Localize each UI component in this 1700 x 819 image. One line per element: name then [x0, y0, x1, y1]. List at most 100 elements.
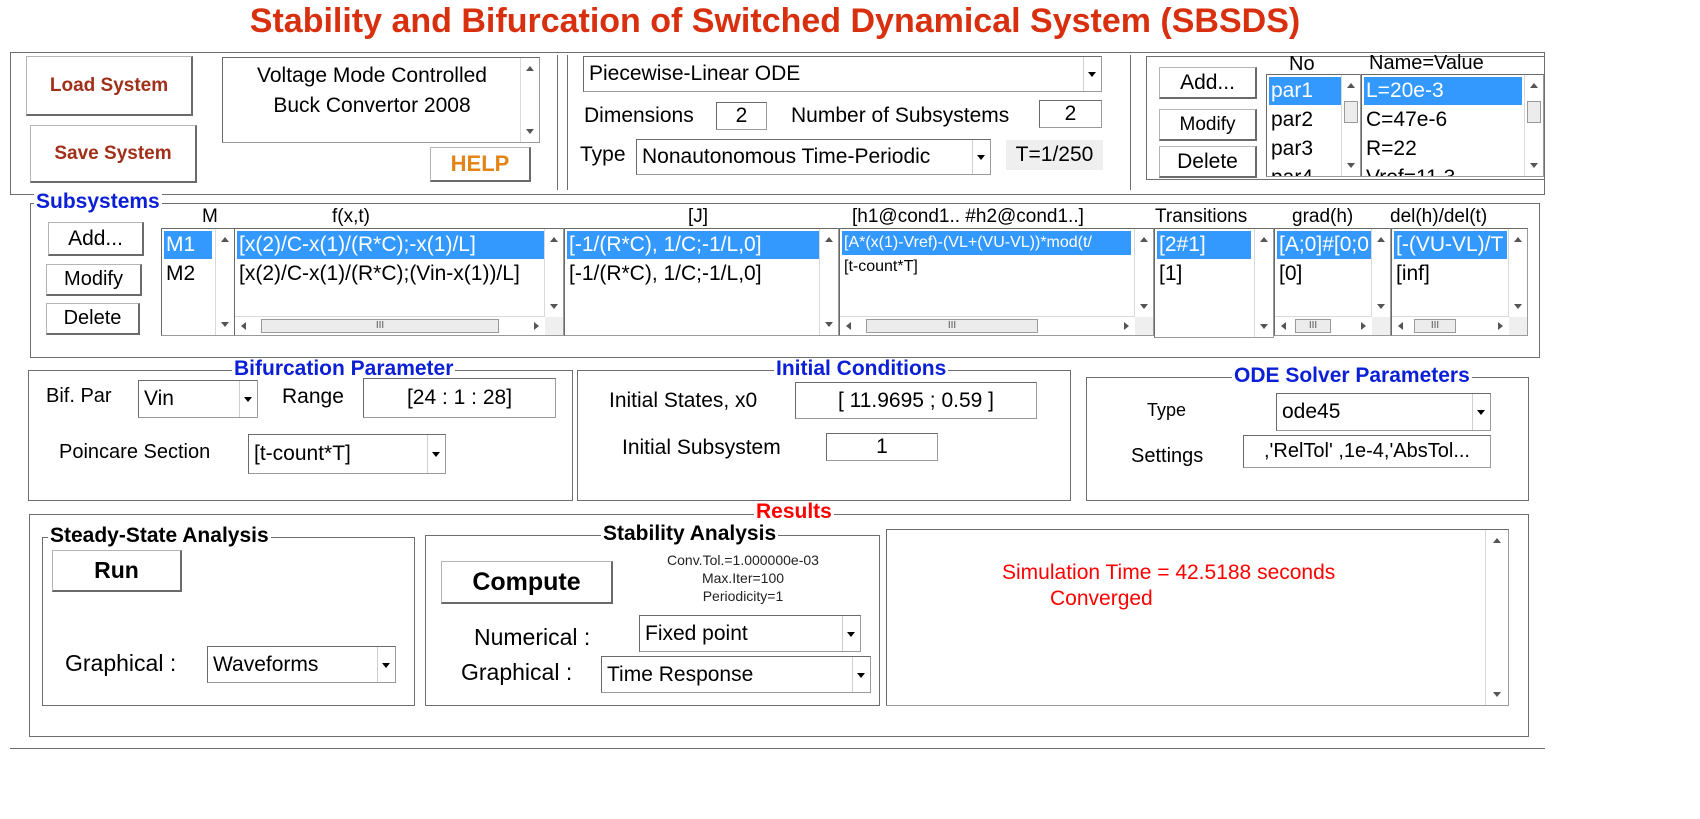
- results-output[interactable]: Simulation Time = 42.5188 seconds Conver…: [886, 529, 1509, 706]
- list-item[interactable]: [inf]: [1394, 260, 1430, 288]
- model-type-select[interactable]: Piecewise-Linear ODE: [583, 56, 1102, 92]
- scrollbar[interactable]: [1508, 229, 1527, 317]
- ode-type-label: Type: [1147, 400, 1187, 420]
- grad-h-list[interactable]: [A;0]#[0;0 [0] III: [1274, 228, 1391, 336]
- list-item[interactable]: par3: [1269, 135, 1313, 163]
- chevron-down-icon: [1472, 394, 1490, 430]
- bif-par-value: Vin: [144, 387, 174, 410]
- col-header-grad: grad(h): [1292, 206, 1354, 227]
- scrollbar[interactable]: [1485, 530, 1508, 705]
- stability-info: Conv.Tol.=1.000000e-03 Max.Iter=100 Peri…: [643, 551, 843, 605]
- subsystem-h-list[interactable]: [A*(x(1)-Vref)-(VL+(VU-VL))*mod(t/ [t-co…: [839, 228, 1154, 336]
- load-system-button[interactable]: Load System: [26, 56, 193, 116]
- type-label: Type: [580, 143, 626, 166]
- scroll-corner: [545, 317, 563, 335]
- modify-subsystem-button[interactable]: Modify: [46, 264, 142, 296]
- scrollbar[interactable]: [1524, 75, 1543, 176]
- scroll-corner: [1372, 317, 1390, 335]
- divider: [557, 55, 558, 190]
- description-line-2: Buck Convertor 2008: [273, 94, 471, 117]
- scroll-corner: [1135, 317, 1153, 335]
- initial-conditions-title: Initial Conditions: [774, 357, 949, 380]
- param-name-value-header: Name=Value: [1369, 52, 1484, 74]
- initial-subsystem-input[interactable]: 1: [826, 433, 938, 461]
- bif-par-select[interactable]: Vin: [138, 380, 258, 418]
- numerical-select[interactable]: Fixed point: [639, 615, 861, 652]
- list-item[interactable]: par1: [1269, 77, 1343, 105]
- system-type-select[interactable]: Nonautonomous Time-Periodic: [636, 139, 991, 175]
- subsystem-j-list[interactable]: [-1/(R*C), 1/C;-1/L,0] [-1/(R*C), 1/C;-1…: [564, 228, 839, 336]
- scroll-thumb[interactable]: III: [866, 319, 1038, 333]
- list-item[interactable]: [t-count*T]: [842, 255, 918, 279]
- add-subsystem-button[interactable]: Add...: [48, 222, 144, 256]
- scroll-thumb[interactable]: III: [261, 319, 499, 333]
- scroll-thumb[interactable]: III: [1295, 319, 1331, 333]
- modify-parameter-button[interactable]: Modify: [1159, 109, 1257, 141]
- list-item[interactable]: [A*(x(1)-Vref)-(VL+(VU-VL))*mod(t/: [842, 231, 1131, 255]
- list-item[interactable]: L=20e-3: [1364, 77, 1522, 105]
- compute-button[interactable]: Compute: [441, 561, 613, 604]
- help-button[interactable]: HELP: [430, 147, 531, 182]
- parameter-value-list[interactable]: L=20e-3 C=47e-6 R=22 Vref=11.3: [1361, 74, 1544, 177]
- num-subsystems-input[interactable]: 2: [1039, 100, 1102, 128]
- initial-states-input[interactable]: [ 11.9695 ; 0.59 ]: [795, 382, 1037, 419]
- scrollbar[interactable]: [215, 229, 234, 335]
- list-item[interactable]: M2: [164, 260, 195, 288]
- divider: [567, 55, 568, 190]
- poincare-select[interactable]: [t-count*T]: [248, 434, 446, 474]
- list-item[interactable]: par2: [1269, 106, 1313, 134]
- horizontal-scrollbar[interactable]: III: [1392, 316, 1509, 335]
- add-parameter-button[interactable]: Add...: [1159, 67, 1257, 99]
- list-item[interactable]: [x(2)/C-x(1)/(R*C);-x(1)/L]: [237, 231, 545, 259]
- list-item[interactable]: [-(VU-VL)/T: [1394, 231, 1507, 259]
- scrollbar[interactable]: [1341, 75, 1360, 176]
- poincare-value: [t-count*T]: [254, 442, 351, 465]
- chevron-down-icon: [377, 647, 395, 682]
- list-item[interactable]: [2#1]: [1157, 231, 1251, 259]
- list-item[interactable]: Vref=11.3: [1364, 164, 1455, 176]
- system-description[interactable]: Voltage Mode Controlled Buck Convertor 2…: [222, 57, 540, 143]
- delete-parameter-button[interactable]: Delete: [1159, 146, 1257, 178]
- steady-graphical-select[interactable]: Waveforms: [207, 646, 396, 683]
- list-item[interactable]: [-1/(R*C), 1/C;-1/L,0]: [567, 231, 820, 259]
- horizontal-scrollbar[interactable]: III: [840, 316, 1135, 335]
- periodicity-text: Periodicity=1: [702, 588, 784, 604]
- numerical-label: Numerical :: [474, 624, 591, 650]
- subsystem-f-list[interactable]: [x(2)/C-x(1)/(R*C);-x(1)/L] [x(2)/C-x(1)…: [234, 228, 564, 336]
- list-item[interactable]: [0]: [1277, 260, 1302, 288]
- bif-par-label: Bif. Par: [46, 385, 112, 407]
- list-item[interactable]: M1: [164, 231, 212, 259]
- description-scrollbar[interactable]: [520, 58, 539, 142]
- ode-settings-input[interactable]: ,'RelTol' ,1e-4,'AbsTol...: [1243, 435, 1491, 468]
- list-item[interactable]: R=22: [1364, 135, 1417, 163]
- run-button[interactable]: Run: [52, 550, 182, 592]
- scrollbar[interactable]: [544, 229, 563, 317]
- stability-title: Stability Analysis: [601, 522, 779, 545]
- delh-list[interactable]: [-(VU-VL)/T [inf] III: [1391, 228, 1528, 336]
- list-item[interactable]: par4: [1269, 164, 1313, 176]
- scrollbar[interactable]: [819, 229, 838, 335]
- list-item[interactable]: [1]: [1157, 260, 1182, 288]
- list-item[interactable]: [-1/(R*C), 1/C;-1/L,0]: [567, 260, 762, 288]
- horizontal-scrollbar[interactable]: III: [235, 316, 545, 335]
- scrollbar[interactable]: [1254, 229, 1273, 337]
- scroll-thumb[interactable]: III: [1414, 319, 1456, 333]
- delete-subsystem-button[interactable]: Delete: [46, 303, 140, 335]
- list-item[interactable]: [A;0]#[0;0: [1277, 231, 1372, 259]
- horizontal-scrollbar[interactable]: III: [1275, 316, 1372, 335]
- subsystem-m-list[interactable]: M1 M2: [161, 228, 235, 336]
- col-header-transitions: Transitions: [1155, 206, 1248, 227]
- parameter-number-list[interactable]: par1 par2 par3 par4: [1266, 74, 1361, 177]
- save-system-button[interactable]: Save System: [30, 125, 197, 183]
- dimensions-input[interactable]: 2: [716, 102, 767, 130]
- list-item[interactable]: C=47e-6: [1364, 106, 1447, 134]
- transitions-list[interactable]: [2#1] [1]: [1154, 228, 1274, 338]
- ode-type-select[interactable]: ode45: [1276, 393, 1491, 431]
- range-input[interactable]: [24 : 1 : 28]: [363, 378, 556, 418]
- chevron-down-icon: [842, 616, 860, 651]
- stability-graphical-select[interactable]: Time Response: [601, 656, 871, 693]
- scrollbar[interactable]: [1371, 229, 1390, 317]
- scrollbar[interactable]: [1134, 229, 1153, 317]
- poincare-label: Poincare Section: [59, 441, 211, 463]
- list-item[interactable]: [x(2)/C-x(1)/(R*C);(Vin-x(1))/L]: [237, 260, 520, 288]
